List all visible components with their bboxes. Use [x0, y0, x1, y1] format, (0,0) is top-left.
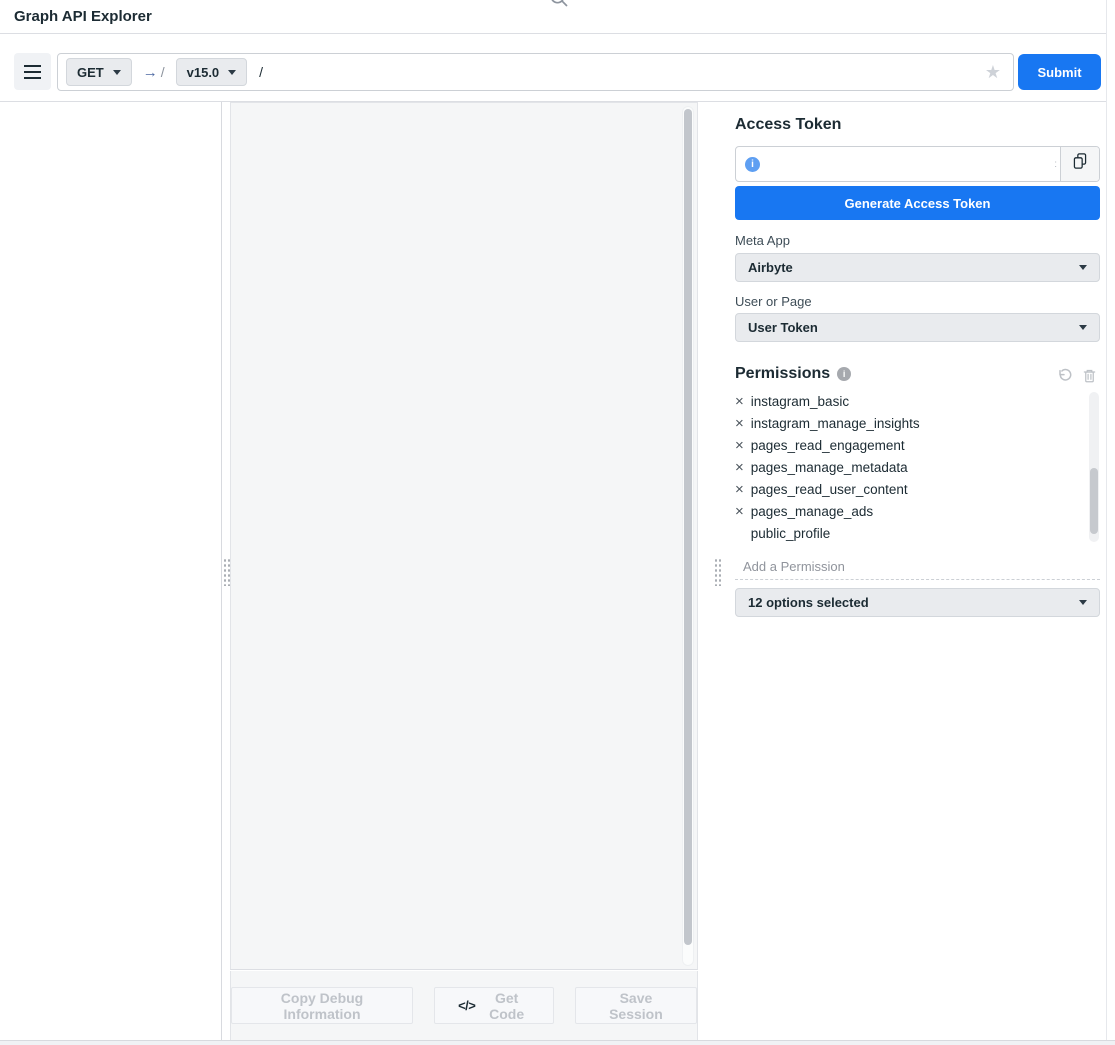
get-code-label: Get Code	[483, 990, 530, 1022]
left-sidebar-panel	[0, 102, 222, 1040]
api-version-dropdown[interactable]: v15.0	[176, 58, 248, 86]
user-or-page-selected-value: User Token	[748, 320, 818, 335]
access-token-sidebar: Access Token i : Generate Access Token M…	[723, 102, 1106, 1040]
http-method-dropdown[interactable]: GET	[66, 58, 132, 86]
menu-button[interactable]	[14, 53, 51, 90]
copy-token-button[interactable]	[1060, 147, 1099, 181]
remove-permission-icon[interactable]: ×	[735, 438, 744, 453]
copy-debug-information-button[interactable]: Copy Debug Information	[231, 987, 413, 1024]
permission-item: × public_profile	[735, 522, 1100, 544]
remove-permission-icon[interactable]: ×	[735, 460, 744, 475]
permissions-actions	[1057, 368, 1097, 384]
http-method-label: GET	[77, 65, 104, 80]
top-header-bar: Graph API Explorer	[0, 0, 1115, 34]
access-token-heading: Access Token	[735, 116, 1100, 134]
response-footer-bar: Copy Debug Information </> Get Code Save…	[230, 971, 698, 1040]
submit-button[interactable]: Submit	[1018, 54, 1101, 90]
access-token-input[interactable]	[760, 147, 1054, 181]
get-code-button[interactable]: </> Get Code	[434, 987, 554, 1024]
save-session-button[interactable]: Save Session	[575, 987, 697, 1024]
remove-permission-icon[interactable]: ×	[735, 504, 744, 519]
permission-label: pages_manage_ads	[751, 504, 873, 519]
hamburger-icon	[24, 65, 41, 67]
permissions-header: Permissions i	[735, 365, 1100, 383]
token-masked-indicator: :	[1054, 159, 1057, 170]
copy-icon	[1071, 152, 1089, 176]
meta-app-selected-value: Airbyte	[748, 260, 793, 275]
info-icon[interactable]: i	[837, 367, 851, 381]
permission-item: × pages_read_user_content	[735, 478, 1100, 500]
arrow-icon: →	[143, 64, 158, 81]
chevron-down-icon	[113, 70, 121, 75]
path-prefix-slash: /	[161, 64, 165, 80]
search-icon[interactable]	[548, 0, 570, 9]
window-scrollbar[interactable]	[1106, 0, 1115, 1040]
permission-label: instagram_basic	[751, 394, 849, 409]
response-scrollbar-thumb[interactable]	[684, 109, 692, 945]
permission-item: × instagram_manage_insights	[735, 412, 1100, 434]
permission-label: instagram_manage_insights	[751, 416, 920, 431]
chevron-down-icon	[1079, 600, 1087, 605]
permissions-heading: Permissions	[735, 365, 830, 383]
api-version-label: v15.0	[187, 65, 220, 80]
star-favorite-icon[interactable]: ★	[985, 63, 1001, 81]
bottom-edge-strip	[0, 1040, 1115, 1045]
chevron-down-icon	[1079, 265, 1087, 270]
chevron-down-icon	[228, 70, 236, 75]
page-title: Graph API Explorer	[14, 8, 152, 25]
chevron-down-icon	[1079, 325, 1087, 330]
code-icon: </>	[458, 998, 475, 1013]
trash-icon[interactable]	[1082, 368, 1097, 384]
meta-app-select[interactable]: Airbyte	[735, 253, 1100, 282]
copy-debug-label: Copy Debug Information	[255, 990, 389, 1022]
request-path[interactable]: /	[259, 64, 263, 80]
permission-item: × pages_read_engagement	[735, 434, 1100, 456]
options-selected-value: 12 options selected	[748, 595, 869, 610]
permissions-options-select[interactable]: 12 options selected	[735, 588, 1100, 617]
permissions-scrollbar-thumb[interactable]	[1090, 468, 1098, 534]
generate-access-token-button[interactable]: Generate Access Token	[735, 186, 1100, 220]
permission-label: pages_read_engagement	[751, 438, 905, 453]
permission-item: × pages_manage_metadata	[735, 456, 1100, 478]
undo-icon[interactable]	[1057, 368, 1073, 384]
permission-label: pages_manage_metadata	[751, 460, 908, 475]
panel-resize-handle-left[interactable]	[223, 558, 230, 586]
permission-item: × instagram_basic	[735, 390, 1100, 412]
panel-resize-handle-right[interactable]	[714, 558, 721, 586]
save-session-label: Save Session	[599, 990, 673, 1022]
permission-label: pages_read_user_content	[751, 482, 908, 497]
remove-permission-icon[interactable]: ×	[735, 482, 744, 497]
permissions-list: × instagram_basic × instagram_manage_ins…	[735, 390, 1100, 545]
response-panel	[230, 102, 698, 970]
permission-label: public_profile	[751, 526, 831, 541]
request-toolbar: GET → / v15.0 / ★ Submit	[0, 34, 1115, 102]
add-permission-field[interactable]: Add a Permission	[735, 554, 1100, 580]
response-scrollbar-track[interactable]	[682, 106, 694, 966]
info-icon[interactable]: i	[745, 157, 760, 172]
access-token-field-group: i :	[735, 146, 1100, 182]
user-or-page-label: User or Page	[735, 294, 1100, 309]
remove-permission-icon[interactable]: ×	[735, 416, 744, 431]
add-permission-placeholder: Add a Permission	[743, 559, 845, 574]
user-or-page-select[interactable]: User Token	[735, 313, 1100, 342]
request-url-bar[interactable]: GET → / v15.0 / ★	[57, 53, 1014, 91]
permission-item: × pages_manage_ads	[735, 500, 1100, 522]
remove-permission-icon[interactable]: ×	[735, 394, 744, 409]
meta-app-label: Meta App	[735, 233, 1100, 248]
